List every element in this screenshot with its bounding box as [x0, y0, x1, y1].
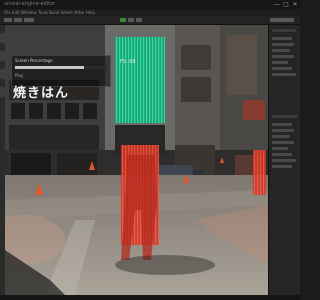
- panel-row[interactable]: [272, 159, 296, 162]
- panel-row[interactable]: [272, 37, 292, 40]
- percentage-slider[interactable]: [15, 66, 107, 69]
- percentage-slider-fill: [15, 66, 84, 69]
- game-viewport[interactable]: Screen Percentage Play FS: 68 焼きはん: [5, 25, 268, 295]
- panel-row[interactable]: [272, 61, 288, 64]
- panel-row[interactable]: [272, 73, 296, 76]
- panel-row[interactable]: [272, 49, 290, 52]
- viewport-badge: FS: 68: [120, 59, 136, 65]
- panel-row[interactable]: [272, 147, 288, 150]
- panel-section-header[interactable]: [272, 115, 298, 118]
- overlay-title: Screen Percentage: [15, 58, 53, 63]
- menu-items[interactable]: File Edit Window Tools Build Select Acto…: [4, 10, 95, 15]
- panel-header: [272, 29, 296, 32]
- content-icon[interactable]: [14, 18, 22, 22]
- window-title: unreal-engine-editor: [4, 1, 56, 7]
- shop-sign-text: 焼きはん: [13, 86, 70, 101]
- pause-icon[interactable]: [128, 18, 134, 22]
- panel-row[interactable]: [272, 129, 294, 132]
- window-controls: — □ ✕: [274, 0, 298, 9]
- close-button[interactable]: ✕: [292, 0, 298, 9]
- stop-icon[interactable]: [136, 18, 142, 22]
- menu-bar[interactable]: File Edit Window Tools Build Select Acto…: [0, 9, 300, 16]
- panel-row[interactable]: [272, 55, 294, 58]
- editor-window: unreal-engine-editor — □ ✕ File Edit Win…: [0, 0, 300, 300]
- panel-row[interactable]: [272, 153, 292, 156]
- panel-row[interactable]: [272, 135, 290, 138]
- panel-row[interactable]: [272, 123, 292, 126]
- panel-row[interactable]: [272, 165, 292, 168]
- play-icon[interactable]: [120, 18, 126, 22]
- panel-row[interactable]: [272, 43, 294, 46]
- panel-row[interactable]: [272, 67, 292, 70]
- details-tab[interactable]: [270, 18, 294, 22]
- panel-row[interactable]: [272, 141, 294, 144]
- details-panel: [268, 25, 300, 295]
- settings-icon[interactable]: [24, 18, 34, 22]
- toolbar: [0, 16, 300, 25]
- save-icon[interactable]: [4, 18, 12, 22]
- minimize-button[interactable]: —: [274, 0, 280, 9]
- title-bar: unreal-engine-editor — □ ✕: [0, 0, 300, 9]
- status-bar: [0, 295, 300, 300]
- overlay-label: Play: [15, 73, 24, 78]
- maximize-button[interactable]: □: [283, 0, 289, 9]
